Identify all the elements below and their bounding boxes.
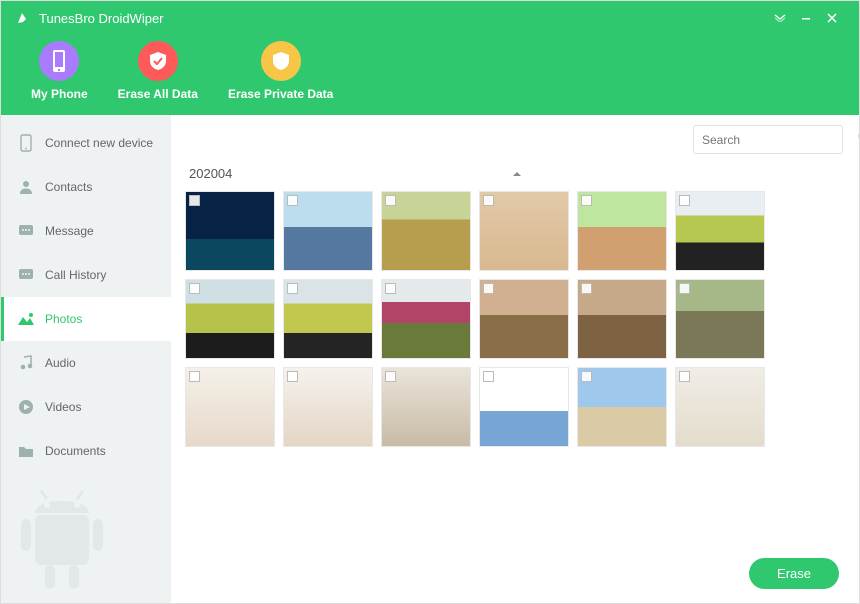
audio-icon bbox=[17, 354, 35, 372]
contact-icon bbox=[17, 178, 35, 196]
photo-thumb[interactable] bbox=[577, 279, 667, 359]
photo-thumb[interactable] bbox=[675, 367, 765, 447]
tab-label: Erase Private Data bbox=[228, 87, 333, 101]
collapse-icon bbox=[512, 166, 522, 181]
sidebar-item-message[interactable]: Message bbox=[1, 209, 171, 253]
folder-icon bbox=[17, 442, 35, 460]
photo-thumb[interactable] bbox=[577, 367, 667, 447]
photo-checkbox[interactable] bbox=[679, 371, 690, 382]
photo-checkbox[interactable] bbox=[287, 283, 298, 294]
photo-thumb[interactable] bbox=[283, 191, 373, 271]
sidebar-item-connect[interactable]: Connect new device bbox=[1, 121, 171, 165]
photos-icon bbox=[17, 310, 35, 328]
photo-checkbox[interactable] bbox=[679, 283, 690, 294]
photo-thumb[interactable] bbox=[675, 191, 765, 271]
photo-checkbox[interactable] bbox=[189, 283, 200, 294]
photo-checkbox[interactable] bbox=[385, 283, 396, 294]
tab-erase-private[interactable]: Erase Private Data bbox=[228, 41, 333, 101]
device-icon bbox=[17, 134, 35, 152]
photo-thumb[interactable] bbox=[283, 367, 373, 447]
sidebar-item-contacts[interactable]: Contacts bbox=[1, 165, 171, 209]
video-icon bbox=[17, 398, 35, 416]
tab-label: Erase All Data bbox=[118, 87, 198, 101]
photo-grid bbox=[185, 191, 845, 447]
main-panel: 202004 Erase bbox=[171, 115, 859, 603]
photo-checkbox[interactable] bbox=[581, 195, 592, 206]
photo-checkbox[interactable] bbox=[189, 195, 200, 206]
sidebar-item-label: Contacts bbox=[45, 180, 92, 194]
photo-thumb[interactable] bbox=[675, 279, 765, 359]
sidebar-item-label: Photos bbox=[45, 312, 82, 326]
photo-thumb[interactable] bbox=[283, 279, 373, 359]
photo-checkbox[interactable] bbox=[581, 371, 592, 382]
message-icon bbox=[17, 222, 35, 240]
photo-thumb[interactable] bbox=[185, 279, 275, 359]
group-label: 202004 bbox=[189, 166, 232, 181]
photo-thumb[interactable] bbox=[381, 367, 471, 447]
sidebar-item-label: Documents bbox=[45, 444, 106, 458]
android-watermark-icon bbox=[7, 477, 117, 597]
sidebar-item-label: Videos bbox=[45, 400, 81, 414]
photo-checkbox[interactable] bbox=[679, 195, 690, 206]
sidebar: Connect new device Contacts Message Call… bbox=[1, 115, 171, 603]
sidebar-item-label: Call History bbox=[45, 268, 106, 282]
photo-checkbox[interactable] bbox=[287, 371, 298, 382]
photo-checkbox[interactable] bbox=[287, 195, 298, 206]
photo-checkbox[interactable] bbox=[385, 195, 396, 206]
photo-checkbox[interactable] bbox=[189, 371, 200, 382]
minimize-button[interactable] bbox=[793, 9, 819, 27]
erase-button[interactable]: Erase bbox=[749, 558, 839, 589]
close-button[interactable] bbox=[819, 9, 845, 27]
tab-erase-all[interactable]: Erase All Data bbox=[118, 41, 198, 101]
photo-thumb[interactable] bbox=[381, 191, 471, 271]
sidebar-item-videos[interactable]: Videos bbox=[1, 385, 171, 429]
photo-thumb[interactable] bbox=[185, 191, 275, 271]
sidebar-item-label: Message bbox=[45, 224, 94, 238]
sidebar-item-photos[interactable]: Photos bbox=[1, 297, 171, 341]
photo-checkbox[interactable] bbox=[483, 371, 494, 382]
app-title: TunesBro DroidWiper bbox=[39, 11, 164, 26]
main-tabs: My Phone Erase All Data Erase Private Da… bbox=[1, 35, 859, 115]
search-box[interactable] bbox=[693, 125, 843, 154]
app-logo-icon bbox=[15, 10, 31, 26]
titlebar: TunesBro DroidWiper bbox=[1, 1, 859, 35]
sidebar-item-label: Connect new device bbox=[45, 136, 153, 150]
photo-thumb[interactable] bbox=[577, 191, 667, 271]
photo-checkbox[interactable] bbox=[581, 283, 592, 294]
sidebar-item-audio[interactable]: Audio bbox=[1, 341, 171, 385]
sidebar-item-label: Audio bbox=[45, 356, 76, 370]
photo-thumb[interactable] bbox=[381, 279, 471, 359]
search-icon bbox=[857, 130, 859, 149]
callhist-icon bbox=[17, 266, 35, 284]
photo-thumb[interactable] bbox=[479, 191, 569, 271]
menu-button[interactable] bbox=[767, 9, 793, 27]
tab-my-phone[interactable]: My Phone bbox=[31, 41, 88, 101]
photo-checkbox[interactable] bbox=[483, 283, 494, 294]
photo-thumb[interactable] bbox=[479, 279, 569, 359]
sidebar-item-documents[interactable]: Documents bbox=[1, 429, 171, 473]
photo-thumb[interactable] bbox=[479, 367, 569, 447]
photo-checkbox[interactable] bbox=[385, 371, 396, 382]
photo-checkbox[interactable] bbox=[483, 195, 494, 206]
tab-label: My Phone bbox=[31, 87, 88, 101]
search-input[interactable] bbox=[702, 133, 857, 147]
group-header[interactable]: 202004 bbox=[171, 160, 859, 191]
photo-thumb[interactable] bbox=[185, 367, 275, 447]
sidebar-item-callhistory[interactable]: Call History bbox=[1, 253, 171, 297]
